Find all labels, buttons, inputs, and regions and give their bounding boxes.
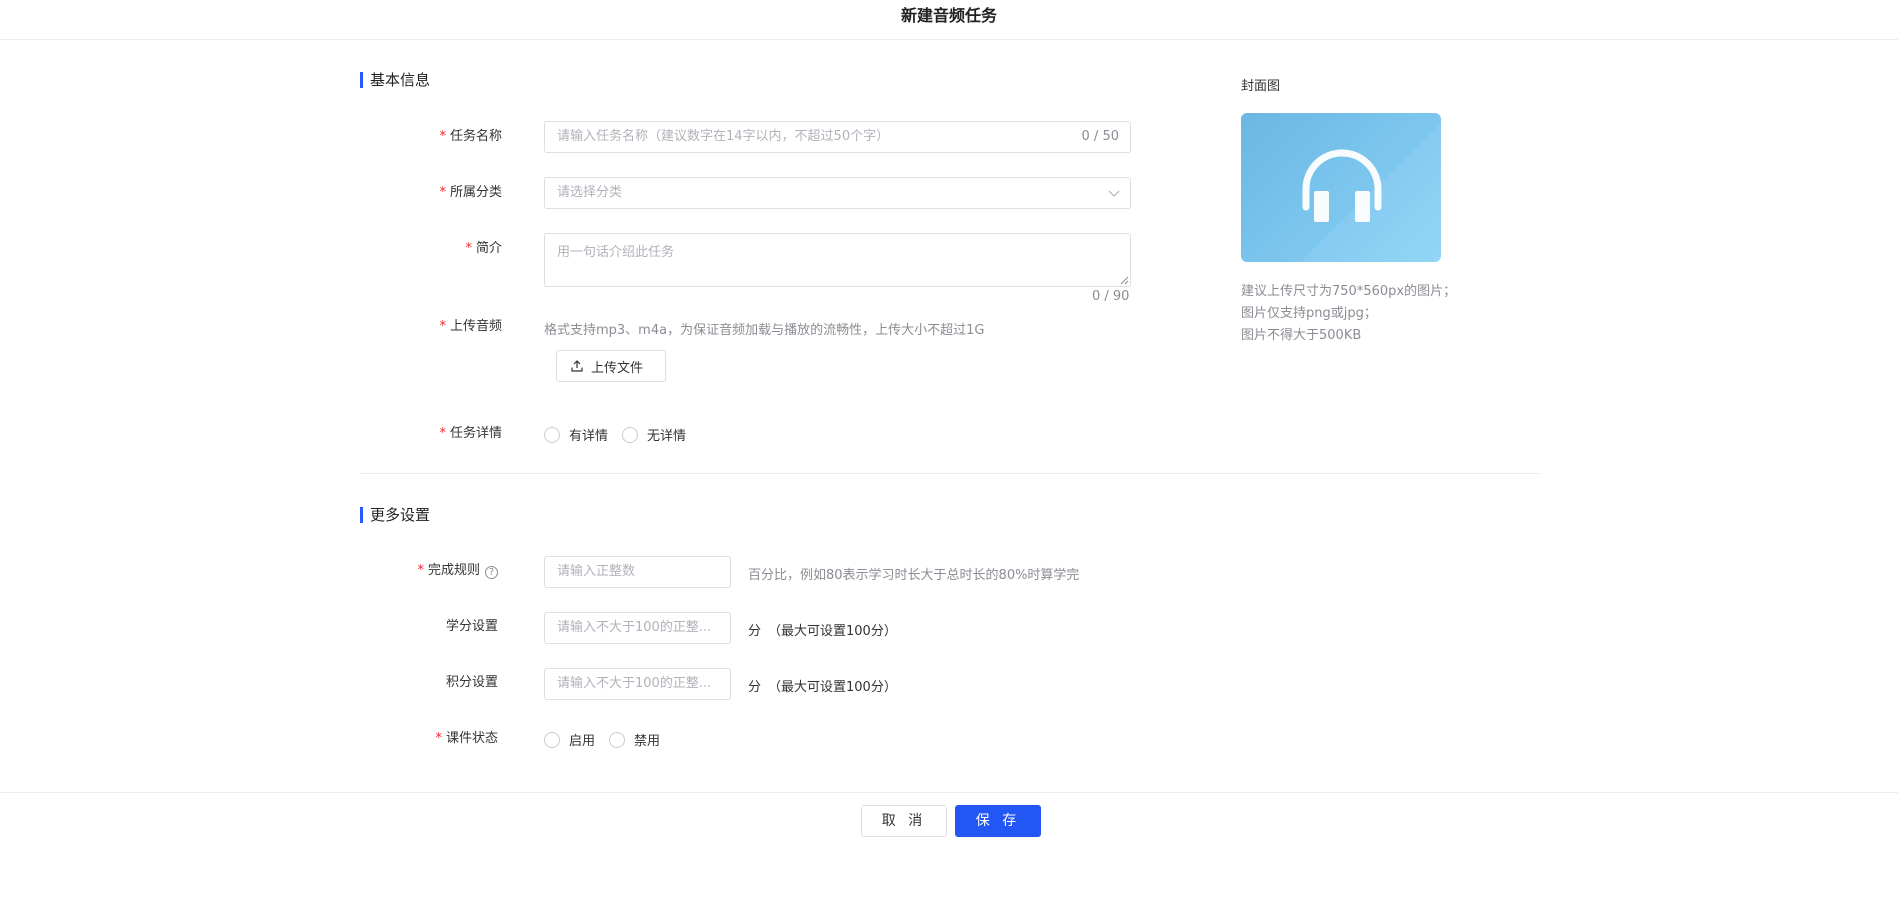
completion-placeholder: 请输入正整数 (557, 564, 636, 579)
required-mark: * (439, 319, 446, 334)
page-title: 新建音频任务 (900, 6, 997, 25)
required-mark: * (439, 185, 446, 200)
cover-note-format: 图片仅支持png或jpg； (1241, 306, 1377, 321)
category-label: * 所属分类 (400, 185, 502, 201)
section-title-basic: 基本信息 (360, 72, 430, 88)
points-unit: 分 (748, 680, 762, 695)
credit-unit: 分 (748, 624, 762, 639)
completion-hint: 百分比，例如80表示学习时长大于总时长的80%时算学完 (748, 568, 1080, 583)
intro-placeholder: 用一句话介绍此任务 (557, 245, 675, 260)
radio-disable[interactable]: 禁用 (609, 730, 660, 749)
completion-label-text: 完成规则 (427, 563, 480, 578)
category-label-text: 所属分类 (449, 185, 502, 200)
footer-divider (0, 792, 1898, 793)
intro-label: * 简介 (400, 241, 502, 257)
credit-placeholder: 请输入不大于100的正整... (557, 620, 712, 635)
upload-file-button[interactable]: 上传文件 (556, 350, 666, 382)
radio-has-detail[interactable]: 有详情 (544, 425, 608, 444)
save-button[interactable]: 保 存 (955, 805, 1041, 837)
section-title-more: 更多设置 (360, 507, 430, 523)
points-input[interactable]: 请输入不大于100的正整... (544, 668, 731, 700)
detail-label-text: 任务详情 (449, 426, 502, 441)
task-name-label-text: 任务名称 (449, 129, 502, 144)
help-icon[interactable]: ? (485, 566, 498, 579)
radio-enable[interactable]: 启用 (544, 730, 595, 749)
status-label: * 课件状态 (380, 731, 498, 747)
audio-hint: 格式支持mp3、m4a，为保证音频加载与播放的流畅性，上传大小不超过1G (544, 323, 985, 338)
upload-file-label: 上传文件 (591, 360, 644, 376)
radio-circle[interactable] (609, 731, 626, 748)
required-mark: * (465, 241, 472, 256)
intro-label-text: 简介 (475, 241, 502, 256)
points-label: 积分设置 (445, 675, 498, 690)
resize-grip-icon[interactable] (1120, 276, 1129, 285)
chevron-down-icon (1108, 190, 1120, 197)
intro-counter: 0 / 90 (1092, 289, 1130, 304)
completion-input[interactable]: 请输入正整数 (544, 556, 731, 588)
credit-label: 学分设置 (445, 619, 498, 634)
required-mark: * (417, 563, 424, 578)
section-divider (360, 473, 1540, 474)
detail-label: * 任务详情 (400, 426, 502, 442)
points-placeholder: 请输入不大于100的正整... (557, 676, 712, 691)
cover-note-size: 建议上传尺寸为750*560px的图片； (1241, 284, 1457, 299)
radio-circle[interactable] (622, 426, 639, 443)
category-placeholder: 请选择分类 (557, 185, 623, 200)
radio-no-detail-label: 无详情 (647, 429, 687, 444)
cancel-button[interactable]: 取 消 (861, 805, 947, 837)
cover-label: 封面图 (1241, 79, 1281, 94)
task-name-label: * 任务名称 (400, 129, 502, 145)
upload-icon (571, 360, 583, 372)
cover-note-filesize: 图片不得大于500KB (1241, 328, 1362, 343)
intro-textarea[interactable]: 用一句话介绍此任务 (544, 233, 1131, 287)
radio-no-detail[interactable]: 无详情 (622, 425, 686, 444)
radio-enable-label: 启用 (569, 734, 596, 749)
headphones-icon (1302, 149, 1382, 222)
radio-has-detail-label: 有详情 (569, 429, 609, 444)
cover-notes: 建议上传尺寸为750*560px的图片； 图片仅支持png或jpg； 图片不得大… (1241, 281, 1456, 347)
required-mark: * (435, 731, 442, 746)
task-name-placeholder: 请输入任务名称（建议数字在14字以内，不超过50个字） (557, 129, 890, 144)
status-label-text: 课件状态 (445, 731, 498, 746)
detail-radio-group: 有详情 无详情 (544, 425, 700, 444)
status-radio-group: 启用 禁用 (544, 730, 674, 749)
completion-label: * 完成规则? (380, 563, 498, 579)
page-header: 新建音频任务 (0, 0, 1898, 40)
points-hint: （最大可设置100分） (768, 680, 897, 695)
radio-disable-label: 禁用 (634, 734, 661, 749)
cover-image-upload[interactable] (1241, 113, 1441, 262)
credit-input[interactable]: 请输入不大于100的正整... (544, 612, 731, 644)
radio-circle[interactable] (544, 731, 560, 748)
radio-circle[interactable] (544, 426, 560, 443)
audio-label: * 上传音频 (400, 319, 502, 335)
required-mark: * (439, 426, 446, 441)
task-name-input[interactable]: 请输入任务名称（建议数字在14字以内，不超过50个字） 0 / 50 (544, 121, 1131, 153)
audio-label-text: 上传音频 (449, 319, 502, 334)
credit-hint: （最大可设置100分） (768, 624, 897, 639)
category-select[interactable]: 请选择分类 (544, 177, 1131, 209)
task-name-counter: 0 / 50 (1081, 129, 1119, 144)
required-mark: * (439, 129, 446, 144)
